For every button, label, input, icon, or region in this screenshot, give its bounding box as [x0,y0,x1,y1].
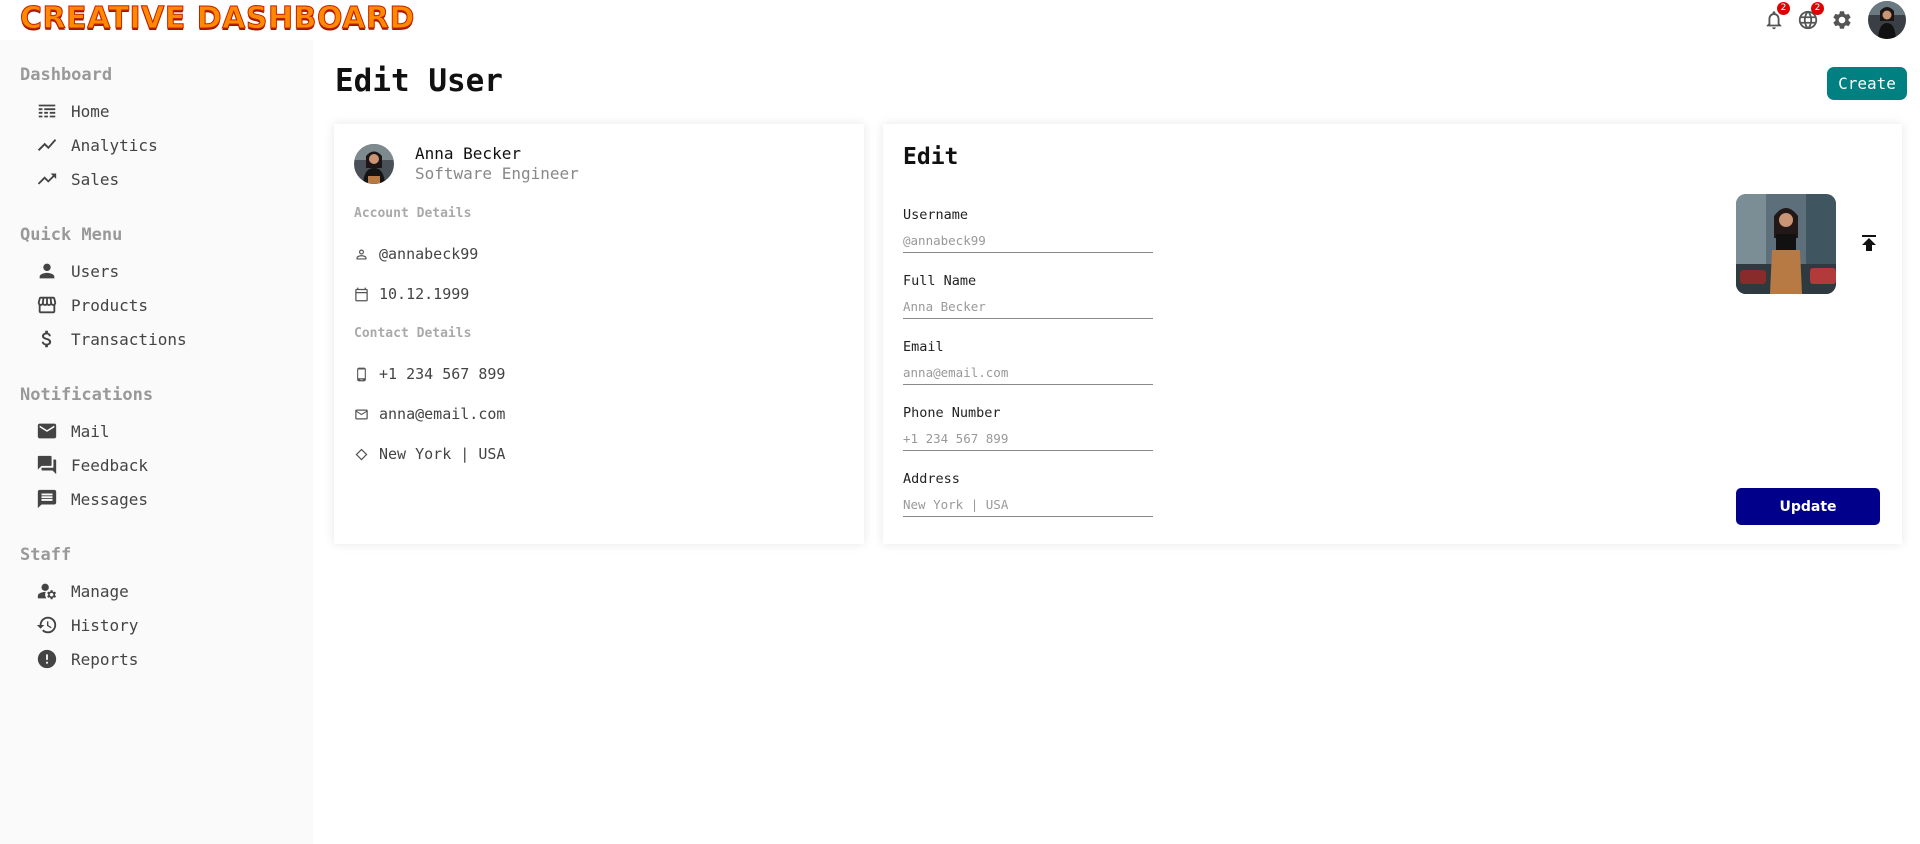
full-name-input[interactable] [903,295,1153,319]
sidebar: Dashboard Home Analytics Sales Quick Men… [0,40,313,844]
language-button[interactable]: 2 [1796,2,1824,32]
mail-icon [37,423,57,439]
user-name: Anna Becker [415,144,521,163]
avatar-photo [1868,1,1906,39]
user-info-card: Anna Becker Software Engineer Account De… [334,124,864,544]
user-birthday-row: 10.12.1999 [354,285,469,303]
sidebar-item-label: Mail [71,421,110,441]
sidebar-item-analytics[interactable]: Analytics [36,131,158,159]
sidebar-item-label: Transactions [71,329,187,349]
sidebar-item-label: Analytics [71,135,158,155]
section-title-quick-menu: Quick Menu [20,225,123,245]
avatar[interactable] [1868,1,1906,39]
sidebar-item-home[interactable]: Home [36,97,110,125]
top-icons: 2 2 [1762,0,1906,40]
user-email: anna@email.com [379,405,506,423]
upload-icon [1862,235,1876,251]
app-logo[interactable]: CREATIVE DASHBOARD [20,1,415,37]
user-username: @annabeck99 [379,245,479,263]
mail-outline-icon [355,409,368,419]
update-button[interactable]: Update [1736,488,1880,525]
username-label: Username [903,207,969,223]
settings-button[interactable] [1830,8,1854,32]
sidebar-item-feedback[interactable]: Feedback [36,451,148,479]
contact-details-title: Contact Details [354,326,472,341]
language-badge: 2 [1811,2,1824,15]
sidebar-item-history[interactable]: History [36,611,138,639]
create-button[interactable]: Create [1827,67,1907,100]
sidebar-item-products[interactable]: Products [36,291,148,319]
upload-button[interactable] [1857,231,1881,255]
forum-icon [37,455,57,475]
user-phone: +1 234 567 899 [379,365,506,383]
user-address-row: New York | USA [354,445,505,463]
email-label: Email [903,339,944,355]
sidebar-item-label: History [71,615,139,635]
sidebar-item-label: Users [71,261,120,281]
user-phone-row: +1 234 567 899 [354,365,505,383]
address-field: Address [903,471,1153,517]
storefront-icon [37,296,57,314]
phone-icon [357,367,366,381]
sidebar-item-label: Feedback [71,455,149,475]
user-avatar [354,144,394,184]
phone-field: Phone Number [903,405,1153,451]
notifications-button[interactable]: 2 [1762,2,1790,32]
sidebar-item-label: Home [71,101,110,121]
user-avatar-photo [354,144,394,184]
history-icon [36,616,57,634]
sidebar-item-sales[interactable]: Sales [36,165,119,193]
home-icon [38,104,56,118]
address-input[interactable] [903,493,1153,517]
message-icon [37,489,57,509]
page-title: Edit User [335,63,503,99]
user-username-row: @annabeck99 [354,245,478,263]
report-icon [37,649,57,669]
sidebar-item-label: Sales [71,169,120,189]
sidebar-item-label: Reports [71,649,139,669]
sidebar-item-label: Manage [71,581,129,601]
manage-accounts-icon [37,583,57,600]
location-icon [355,448,368,460]
email-input[interactable] [903,361,1153,385]
username-input[interactable] [903,229,1153,253]
notifications-badge: 2 [1777,2,1790,15]
user-email-row: anna@email.com [354,405,505,423]
email-field: Email [903,339,1153,385]
user-address: New York | USA [379,445,506,463]
full-name-field: Full Name [903,273,1153,319]
sidebar-item-transactions[interactable]: Transactions [36,325,187,353]
phone-input[interactable] [903,427,1153,451]
full-name-label: Full Name [903,273,977,289]
person-outline-icon [356,249,367,259]
sidebar-item-reports[interactable]: Reports [36,645,138,673]
edit-title: Edit [903,144,959,170]
gear-icon [1833,11,1851,29]
address-label: Address [903,471,960,487]
section-title-staff: Staff [20,545,72,565]
edit-card: Edit Username Full Name Email Phone Numb… [883,124,1902,544]
sidebar-item-users[interactable]: Users [36,257,119,285]
profile-photo-image [1736,194,1836,294]
sidebar-item-mail[interactable]: Mail [36,417,110,445]
dollar-icon [41,330,52,348]
phone-label: Phone Number [903,405,1001,421]
section-title-notifications: Notifications [20,385,154,405]
sidebar-item-manage[interactable]: Manage [36,577,129,605]
user-role: Software Engineer [415,164,579,183]
trending-up-icon [37,173,57,185]
account-details-title: Account Details [354,206,472,221]
sidebar-item-label: Messages [71,489,149,509]
user-birthday: 10.12.1999 [379,285,470,303]
sidebar-item-messages[interactable]: Messages [36,485,148,513]
section-title-dashboard: Dashboard [20,65,113,85]
top-bar: CREATIVE DASHBOARD 2 2 [0,0,1920,40]
person-icon [39,263,55,279]
line-chart-icon [37,139,57,151]
sidebar-item-label: Products [71,295,149,315]
username-field: Username [903,207,1153,253]
calendar-icon [355,287,368,301]
profile-photo [1736,194,1836,294]
